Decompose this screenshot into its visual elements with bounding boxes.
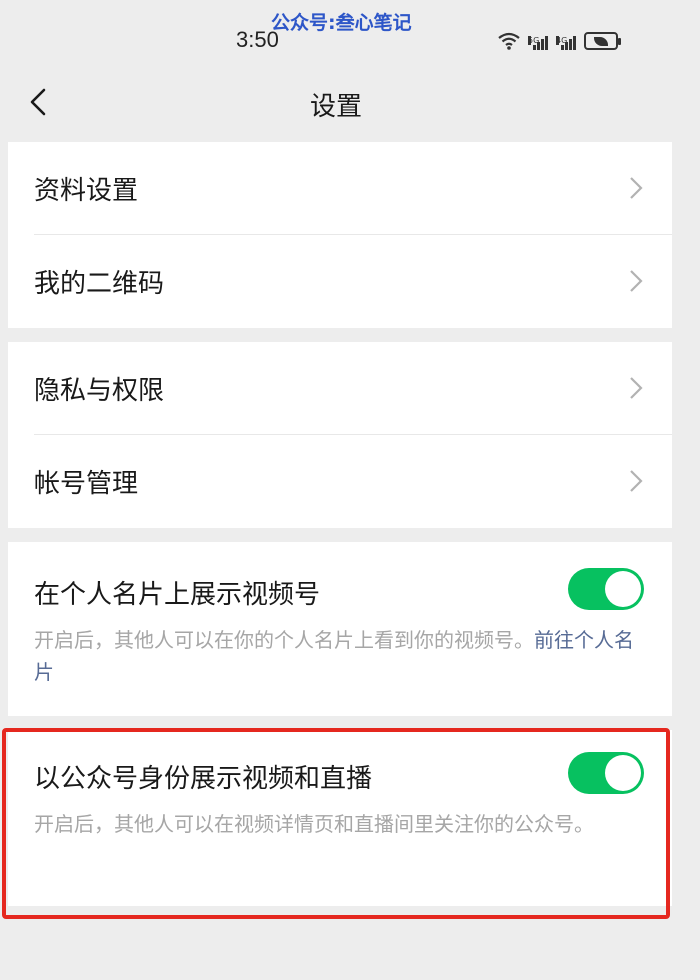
- channel-card-title: 在个人名片上展示视频号: [34, 580, 321, 610]
- settings-group-profile: 资料设置 我的二维码: [8, 142, 672, 328]
- profile-settings-item[interactable]: 资料设置: [8, 142, 672, 235]
- privacy-permissions-label: 隐私与权限: [34, 376, 165, 406]
- channel-card-description: 开启后，其他人可以在你的个人名片上看到你的视频号。前往个人名片: [34, 624, 646, 688]
- my-qr-code-item[interactable]: 我的二维码: [8, 235, 672, 328]
- account-management-label: 帐号管理: [34, 469, 139, 499]
- nav-bar: 设置: [0, 70, 700, 142]
- chevron-right-icon: [630, 270, 643, 292]
- chevron-right-icon: [630, 377, 643, 399]
- battery-leaf-icon: [594, 36, 608, 46]
- toggle-knob: [605, 571, 641, 607]
- status-icons: 5G 4G: [498, 28, 621, 50]
- signal-5g-icon: 5G: [528, 36, 548, 50]
- wifi-icon: [498, 32, 520, 50]
- account-management-item[interactable]: 帐号管理: [8, 435, 672, 528]
- chevron-right-icon: [630, 177, 643, 199]
- watermark-text: 公众号:叁心笔记: [271, 12, 412, 34]
- page-title: 设置: [309, 92, 362, 122]
- status-bar: 3:50 公众号:叁心笔记 5G 4G: [0, 0, 700, 70]
- highlight-box: [2, 728, 670, 919]
- channel-card-desc-text: 开启后，其他人可以在你的个人名片上看到你的视频号。: [34, 628, 534, 652]
- profile-settings-label: 资料设置: [34, 176, 139, 206]
- signal-4g-icon: 4G: [556, 36, 576, 50]
- privacy-permissions-item[interactable]: 隐私与权限: [8, 342, 672, 435]
- chevron-right-icon: [630, 470, 643, 492]
- battery-icon: [584, 32, 621, 50]
- settings-group-account: 隐私与权限 帐号管理: [8, 342, 672, 528]
- channel-card-setting: 在个人名片上展示视频号 开启后，其他人可以在你的个人名片上看到你的视频号。前往个…: [8, 542, 672, 716]
- my-qr-code-label: 我的二维码: [34, 269, 165, 299]
- signal-4g-label: 4G: [556, 36, 568, 45]
- signal-5g-label: 5G: [528, 36, 540, 45]
- channel-card-toggle[interactable]: [568, 568, 644, 610]
